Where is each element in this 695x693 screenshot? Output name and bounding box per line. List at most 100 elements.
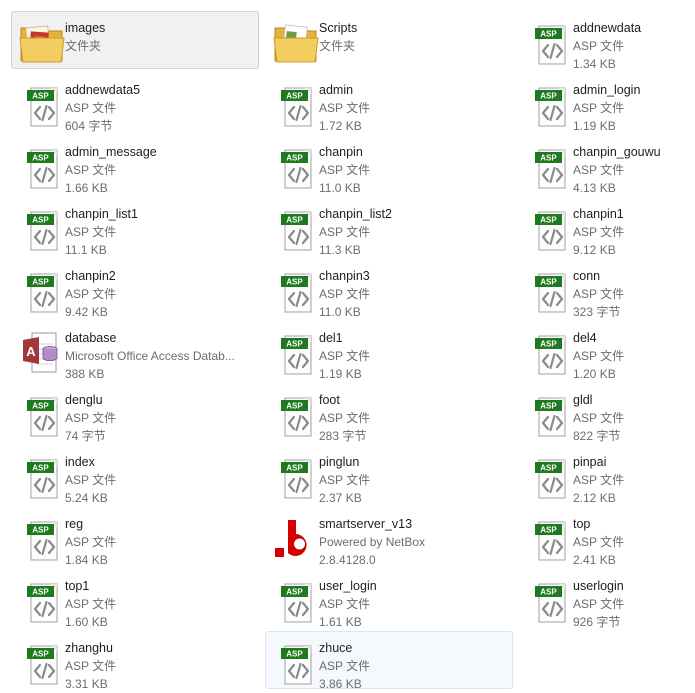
svg-text:ASP: ASP xyxy=(32,154,49,163)
file-item-text: gldl ASP 文件 822 字节 xyxy=(573,391,695,445)
file-item-reg[interactable]: ASP reg ASP 文件 1.84 KB xyxy=(11,507,259,567)
asp-file-icon: ASP xyxy=(526,514,574,562)
file-type: ASP 文件 xyxy=(573,287,625,301)
file-size: 11.3 KB xyxy=(319,243,361,257)
file-item-del1[interactable]: ASP del1 ASP 文件 1.19 KB xyxy=(265,321,513,381)
svg-text:ASP: ASP xyxy=(540,92,557,101)
svg-text:A: A xyxy=(26,344,36,359)
file-item-chanpin[interactable]: ASP chanpin ASP 文件 11.0 KB xyxy=(265,135,513,195)
file-item-chanpin3[interactable]: ASP chanpin3 ASP 文件 11.0 KB xyxy=(265,259,513,319)
file-item-smartserver-v13[interactable]: smartserver_v13 Powered by NetBox 2.8.4128… xyxy=(265,507,513,567)
file-item-admin-message[interactable]: ASP admin_message ASP 文件 1.66 KB xyxy=(11,135,259,195)
file-size: 5.24 KB xyxy=(65,491,108,505)
asp-file-icon: ASP xyxy=(18,452,66,500)
file-name: denglu xyxy=(65,393,103,407)
file-item-chanpin1[interactable]: ASP chanpin1 ASP 文件 9.12 KB xyxy=(519,197,695,257)
file-item-del4[interactable]: ASP del4 ASP 文件 1.20 KB xyxy=(519,321,695,381)
asp-file-icon: ASP xyxy=(272,80,320,128)
file-type: ASP 文件 xyxy=(573,535,625,549)
file-type: ASP 文件 xyxy=(65,287,117,301)
file-name: chanpin2 xyxy=(65,269,116,283)
file-name: pinpai xyxy=(573,455,607,469)
file-type: ASP 文件 xyxy=(65,101,117,115)
file-item-admin[interactable]: ASP admin ASP 文件 1.72 KB xyxy=(265,73,513,133)
file-size: 926 字节 xyxy=(573,615,621,629)
asp-file-icon: ASP xyxy=(526,18,574,66)
file-name: chanpin_list2 xyxy=(319,207,392,221)
file-item-pinglun[interactable]: ASP pinglun ASP 文件 2.37 KB xyxy=(265,445,513,505)
file-name: images xyxy=(65,21,106,35)
file-item-addnewdata5[interactable]: ASP addnewdata5 ASP 文件 604 字节 xyxy=(11,73,259,133)
file-name: Scripts xyxy=(319,21,358,35)
file-item-text: zhanghu ASP 文件 3.31 KB xyxy=(65,639,256,693)
file-item-zhuce[interactable]: ASP zhuce ASP 文件 3.86 KB xyxy=(265,631,513,691)
file-item-text: smartserver_v13 Powered by NetBox 2.8.4128… xyxy=(319,515,510,569)
file-item-user-login[interactable]: ASP user_login ASP 文件 1.61 KB xyxy=(265,569,513,629)
file-name: admin_login xyxy=(573,83,641,97)
asp-file-icon: ASP xyxy=(18,390,66,438)
file-name: database xyxy=(65,331,117,345)
file-size: 2.8.4128.0 xyxy=(319,553,376,567)
file-item-zhanghu[interactable]: ASP zhanghu ASP 文件 3.31 KB xyxy=(11,631,259,691)
file-name: userlogin xyxy=(573,579,624,593)
file-item-text: pinglun ASP 文件 2.37 KB xyxy=(319,453,510,507)
file-item-admin-login[interactable]: ASP admin_login ASP 文件 1.19 KB xyxy=(519,73,695,133)
file-size: 2.12 KB xyxy=(573,491,616,505)
file-type: ASP 文件 xyxy=(319,659,371,673)
file-item-index[interactable]: ASP index ASP 文件 5.24 KB xyxy=(11,445,259,505)
asp-file-icon: ASP xyxy=(526,266,574,314)
file-name: del4 xyxy=(573,331,597,345)
asp-file-icon: ASP xyxy=(272,452,320,500)
file-type: ASP 文件 xyxy=(573,101,625,115)
file-item-top1[interactable]: ASP top1 ASP 文件 1.60 KB xyxy=(11,569,259,629)
asp-file-icon: ASP xyxy=(18,266,66,314)
file-item-text: chanpin_gouwu ASP 文件 4.13 KB xyxy=(573,143,695,197)
svg-text:ASP: ASP xyxy=(286,464,303,473)
file-size: 3.86 KB xyxy=(319,677,362,691)
file-item-conn[interactable]: ASP conn ASP 文件 323 字节 xyxy=(519,259,695,319)
file-name: chanpin_gouwu xyxy=(573,145,661,159)
asp-file-icon: ASP xyxy=(526,576,574,624)
file-type: ASP 文件 xyxy=(65,473,117,487)
file-item-chanpin2[interactable]: ASP chanpin2 ASP 文件 9.42 KB xyxy=(11,259,259,319)
file-item-database[interactable]: A database Microsoft Office Access Datab.… xyxy=(11,321,259,381)
file-item-chanpin-gouwu[interactable]: ASP chanpin_gouwu ASP 文件 4.13 KB xyxy=(519,135,695,195)
file-size: 283 字节 xyxy=(319,429,367,443)
file-item-top[interactable]: ASP top ASP 文件 2.41 KB xyxy=(519,507,695,567)
asp-file-icon: ASP xyxy=(18,142,66,190)
file-item-foot[interactable]: ASP foot ASP 文件 283 字节 xyxy=(265,383,513,443)
asp-file-icon: ASP xyxy=(18,514,66,562)
asp-file-icon: ASP xyxy=(272,390,320,438)
file-type: ASP 文件 xyxy=(573,225,625,239)
file-item-text: chanpin_list2 ASP 文件 11.3 KB xyxy=(319,205,510,259)
file-item-addnewdata[interactable]: ASP addnewdata ASP 文件 1.34 KB xyxy=(519,11,695,71)
file-type: ASP 文件 xyxy=(319,225,371,239)
file-item-text: Scripts 文件夹 xyxy=(319,19,510,55)
file-item-userlogin[interactable]: ASP userlogin ASP 文件 926 字节 xyxy=(519,569,695,629)
file-name: index xyxy=(65,455,95,469)
file-item-scripts[interactable]: Scripts 文件夹 xyxy=(265,11,513,69)
svg-text:ASP: ASP xyxy=(286,278,303,287)
file-size: 388 KB xyxy=(65,367,105,381)
file-type: ASP 文件 xyxy=(319,597,371,611)
file-item-text: reg ASP 文件 1.84 KB xyxy=(65,515,256,569)
file-item-denglu[interactable]: ASP denglu ASP 文件 74 字节 xyxy=(11,383,259,443)
file-item-chanpin-list2[interactable]: ASP chanpin_list2 ASP 文件 11.3 KB xyxy=(265,197,513,257)
file-name: del1 xyxy=(319,331,343,345)
file-item-pinpai[interactable]: ASP pinpai ASP 文件 2.12 KB xyxy=(519,445,695,505)
file-item-chanpin-list1[interactable]: ASP chanpin_list1 ASP 文件 11.1 KB xyxy=(11,197,259,257)
svg-text:ASP: ASP xyxy=(32,588,49,597)
svg-text:ASP: ASP xyxy=(32,216,49,225)
file-item-text: addnewdata ASP 文件 1.34 KB xyxy=(573,19,695,73)
file-item-text: database Microsoft Office Access Datab...… xyxy=(65,329,256,383)
file-item-images[interactable]: images 文件夹 xyxy=(11,11,259,69)
file-type: ASP 文件 xyxy=(319,349,371,363)
file-grid: images 文件夹 Scripts 文件夹 ASP addnewdata ASP 文… xyxy=(0,0,695,691)
asp-file-icon: ASP xyxy=(526,204,574,252)
netbox-app-icon xyxy=(272,514,320,562)
file-item-text: del1 ASP 文件 1.19 KB xyxy=(319,329,510,383)
file-item-text: chanpin2 ASP 文件 9.42 KB xyxy=(65,267,256,321)
file-type: ASP 文件 xyxy=(65,535,117,549)
file-item-gldl[interactable]: ASP gldl ASP 文件 822 字节 xyxy=(519,383,695,443)
file-name: admin xyxy=(319,83,354,97)
